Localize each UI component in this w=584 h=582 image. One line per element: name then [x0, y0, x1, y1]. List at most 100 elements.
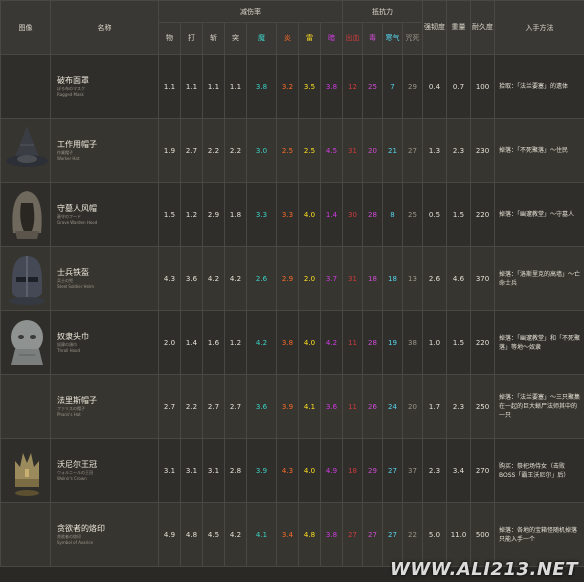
- poise-value: 2.3: [422, 438, 447, 503]
- resistance-value: 7: [382, 54, 403, 119]
- item-image-cell: [0, 502, 51, 567]
- durability-value: 270: [470, 438, 495, 503]
- absorption-value: 4.8: [180, 502, 203, 567]
- resistance-value: 11: [342, 374, 363, 439]
- item-name-en: Steel Soldier Helm: [57, 284, 95, 289]
- resistance-value: 37: [402, 438, 423, 503]
- absorption-value: 4.0: [298, 438, 321, 503]
- weight-value: 2.3: [446, 118, 471, 183]
- absorption-value: 3.6: [246, 374, 277, 439]
- absorption-value: 4.9: [158, 502, 181, 567]
- absorption-value: 4.0: [298, 182, 321, 247]
- resistance-value: 25: [402, 182, 423, 247]
- absorption-value: 1.6: [202, 310, 225, 375]
- weight-value: 4.6: [446, 246, 471, 311]
- source-text: 掉落：「不死聚落」～住民: [494, 118, 584, 183]
- absorption-value: 3.2: [276, 54, 299, 119]
- item-name-en: Thrall Hood: [57, 348, 81, 353]
- poise-value: 2.6: [422, 246, 447, 311]
- absorption-value: 1.1: [180, 54, 203, 119]
- resistance-value: 26: [362, 374, 383, 439]
- absorption-value: 3.8: [320, 54, 343, 119]
- weight-value: 1.5: [446, 182, 471, 247]
- absorption-value: 1.4: [180, 310, 203, 375]
- absorption-value: 4.3: [276, 438, 299, 503]
- item-image-cell: [0, 118, 51, 183]
- header-resistance-col: 毒: [362, 22, 383, 55]
- absorption-value: 2.0: [158, 310, 181, 375]
- table-row: 沃尼尔王冠 ウォルニールの王冠 Wolnir's Crown 3.1 3.1 3.1 2.8…: [0, 438, 584, 503]
- source-text: 购买：祭祀场侍女（击败BOSS「霸王沃尼尔」后）: [494, 438, 584, 503]
- absorption-value: 1.2: [180, 182, 203, 247]
- item-name-zh: 士兵铁盔: [57, 268, 89, 277]
- item-name-cell: 士兵铁盔 兵士の兜 Steel Soldier Helm: [50, 246, 159, 311]
- table-row: 守墓人风帽 墓守のフード Grave Warden Hood 1.5 1.2 2.9 1.8…: [0, 182, 584, 247]
- weight-value: 0.7: [446, 54, 471, 119]
- source-text: 掉落：「洛斯里克的高墙」～亡命士兵: [494, 246, 584, 311]
- poise-value: 0.5: [422, 182, 447, 247]
- absorption-value: 2.0: [298, 246, 321, 311]
- header-absorption-col: 打: [180, 22, 203, 55]
- weight-value: 2.3: [446, 374, 471, 439]
- header-durability: 耐久度: [470, 0, 495, 55]
- absorption-value: 2.7: [158, 374, 181, 439]
- durability-value: 100: [470, 54, 495, 119]
- absorption-value: 2.6: [246, 246, 277, 311]
- item-name-cell: 沃尼尔王冠 ウォルニールの王冠 Wolnir's Crown: [50, 438, 159, 503]
- witch-helmet-icon: [2, 123, 50, 179]
- sack-helmet-icon: [2, 315, 50, 371]
- source-text: 掉落：「法兰要塞」～三只聚集在一起的巨大蜥尸法师其中的一只: [494, 374, 584, 439]
- resistance-value: 30: [342, 182, 363, 247]
- resistance-value: 18: [362, 246, 383, 311]
- item-name-zh: 工作用帽子: [57, 140, 97, 149]
- resistance-value: 29: [402, 54, 423, 119]
- durability-value: 220: [470, 310, 495, 375]
- resistance-value: 11: [342, 310, 363, 375]
- steel-helmet-icon: [2, 251, 50, 307]
- absorption-value: 2.5: [276, 118, 299, 183]
- item-name-en: Ragged Mask: [57, 92, 84, 97]
- absorption-value: 2.2: [202, 118, 225, 183]
- poise-value: 1.0: [422, 310, 447, 375]
- source-text: 掉落：「幽邃教堂」和「不死聚落」等地～奴隶: [494, 310, 584, 375]
- absorption-value: 3.3: [276, 182, 299, 247]
- resistance-value: 38: [402, 310, 423, 375]
- source-text: 掉落：「幽邃教堂」～守墓人: [494, 182, 584, 247]
- absorption-value: 3.6: [320, 374, 343, 439]
- item-name-en: Grave Warden Hood: [57, 220, 98, 225]
- header-resistance-col: 咒死: [402, 22, 423, 55]
- absorption-value: 1.1: [224, 54, 247, 119]
- header-absorption-col: 暗: [320, 22, 343, 55]
- absorption-value: 2.7: [224, 374, 247, 439]
- item-image-cell: [0, 374, 51, 439]
- header-poise: 强韧度: [422, 0, 447, 55]
- item-image-cell: [0, 54, 51, 119]
- resistance-value: 20: [402, 374, 423, 439]
- item-name-en: Wolnir's Crown: [57, 476, 87, 481]
- item-name-cell: 奴隶头巾 奴隷の頭巾 Thrall Hood: [50, 310, 159, 375]
- absorption-value: 3.6: [180, 246, 203, 311]
- absorption-value: 2.5: [298, 118, 321, 183]
- header-name: 名称: [50, 0, 159, 55]
- item-image-cell: [0, 438, 51, 503]
- absorption-value: 2.2: [180, 374, 203, 439]
- absorption-value: 2.8: [224, 438, 247, 503]
- header-absorption-col: 雷: [298, 22, 321, 55]
- item-name-en: Symbol of Avarice: [57, 540, 94, 545]
- item-name-zh: 奴隶头巾: [57, 332, 89, 341]
- absorption-value: 4.0: [298, 310, 321, 375]
- durability-value: 500: [470, 502, 495, 567]
- resistance-value: 28: [362, 310, 383, 375]
- resistance-value: 27: [382, 502, 403, 567]
- resistance-value: 31: [342, 246, 363, 311]
- item-name-en: Worker Hat: [57, 156, 80, 161]
- absorption-value: 1.1: [158, 54, 181, 119]
- poise-value: 5.0: [422, 502, 447, 567]
- durability-value: 230: [470, 118, 495, 183]
- absorption-value: 3.3: [246, 182, 277, 247]
- absorption-value: 1.5: [158, 182, 181, 247]
- absorption-value: 4.2: [320, 310, 343, 375]
- resistance-value: 29: [362, 438, 383, 503]
- absorption-value: 4.1: [298, 374, 321, 439]
- table-row: 贪欲者的烙印 貪欲者の烙印 Symbol of Avarice 4.9 4.8 4.5 4.…: [0, 502, 584, 567]
